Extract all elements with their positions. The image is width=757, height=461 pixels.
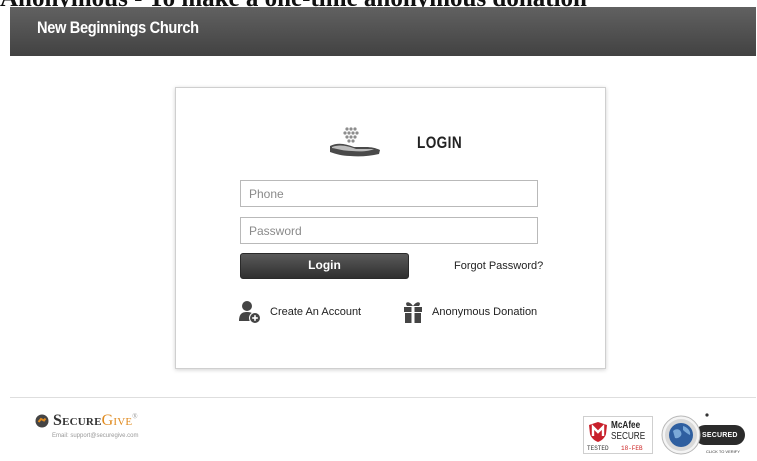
securegive-wordmark: SecureGive® [53,412,138,429]
login-button[interactable]: Login [240,253,409,279]
create-account-link[interactable]: Create An Account [238,298,361,326]
anonymous-donation-label: Anonymous Donation [432,306,538,318]
mcafee-tested-text: TESTED [587,445,609,452]
login-title: LOGIN [417,133,463,152]
create-account-label: Create An Account [270,306,362,318]
login-card: LOGIN Login Forgot Password? Create An A… [175,87,606,369]
add-user-icon [239,301,261,324]
mcafee-date: 18-FEB [621,445,643,452]
securegive-logo-icon [35,414,49,428]
phone-input[interactable] [240,180,538,207]
mcafee-secure-text: SECURE [611,431,646,442]
hand-giving-icon [330,127,380,157]
church-name: New Beginnings Church [37,18,199,37]
mcafee-shield-icon [589,422,607,442]
support-email: Email: support@securegive.com [52,433,139,439]
godaddy-click-text: CLICK TO VERIFY [706,449,740,454]
gift-icon [404,302,422,323]
footer-divider [10,397,756,398]
godaddy-secured-seal[interactable]: SECURED CLICK TO VERIFY [661,412,747,456]
mcafee-secure-badge[interactable]: McAfee SECURE TESTED 18-FEB [583,416,653,454]
anonymous-donation-link[interactable]: Anonymous Donation [402,298,537,326]
header-bar: New Beginnings Church [10,7,756,56]
securegive-logo: SecureGive® Email: support@securegive.co… [35,412,235,448]
mcafee-name: McAfee [611,420,641,431]
godaddy-secured-text: SECURED [702,432,738,439]
forgot-password-link[interactable]: Forgot Password? [454,260,543,272]
password-input[interactable] [240,217,538,244]
